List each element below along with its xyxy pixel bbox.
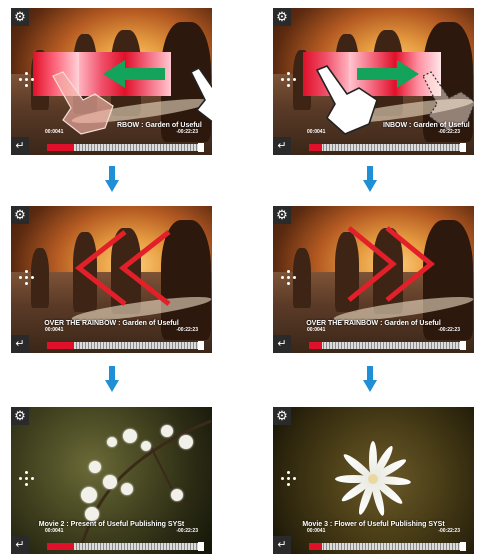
progress-end [198,341,204,350]
settings-gear-icon[interactable]: ⚙ [273,8,291,26]
progress-fill [309,342,322,349]
video-title: OVER THE RAINBOW : Garden of Useful [44,320,179,327]
video-title: RBOW : Garden of Useful [117,122,202,129]
progress-bar[interactable] [309,542,466,551]
settings-gear-icon[interactable]: ⚙ [11,8,29,26]
progress-bar[interactable] [47,341,204,350]
remaining-time: -00:22:23 [176,528,198,534]
blossom [161,425,173,437]
return-icon[interactable]: ↵ [11,137,29,155]
double-chevron-left-icon [74,230,171,306]
progress-bar[interactable] [309,143,466,152]
blossom [123,429,137,443]
progress-bar[interactable] [309,341,466,350]
navigation-dots-icon[interactable] [281,72,297,88]
player-screen-3: ⚙ OVER THE RAINBOW : Garden of Useful 00… [11,206,212,353]
navigation-dots-icon[interactable] [19,72,35,88]
hand-icon [189,66,212,123]
player-screen-1: ⚙ RBOW : Garden of Useful 00:0041 -00:22… [11,8,212,155]
video-title: Movie 3 : Flower of Useful Publishing SY… [302,521,445,528]
progress-fill [47,543,74,550]
video-title: OVER THE RAINBOW : Garden of Useful [306,320,441,327]
blossom [103,475,117,489]
progress-bar[interactable] [47,143,204,152]
navigation-dots-icon[interactable] [281,270,297,286]
elapsed-time: 00:0041 [45,129,64,135]
player-screen-6: ⚙ Movie 3 : Flower of Useful Publishing … [273,407,474,554]
player-screen-5: ⚙ Movie 2 : Present of Useful Publishing… [11,407,212,554]
progress-end [460,341,466,350]
return-icon[interactable]: ↵ [11,536,29,554]
return-icon[interactable]: ↵ [273,536,291,554]
settings-gear-icon[interactable]: ⚙ [273,206,291,224]
double-chevron-right-icon [347,226,435,302]
blossom [89,461,101,473]
remaining-time: -00:22:23 [438,129,460,135]
hand-icon [315,65,378,135]
remaining-time: -00:22:23 [176,327,198,333]
progress-fill [309,144,322,151]
progress-fill [47,342,74,349]
elapsed-time: 00:0041 [45,327,64,333]
elapsed-time: 00:0041 [45,528,64,534]
progress-end [198,143,204,152]
navigation-dots-icon[interactable] [19,471,35,487]
progress-fill [309,543,322,550]
flow-down-arrow-icon [105,166,119,192]
player-screen-2: ⚙ INBOW : Garden of Useful 00:0041 -00:2… [273,8,474,155]
progress-end [460,143,466,152]
elapsed-time: 00:0041 [307,327,326,333]
flow-down-arrow-icon [105,366,119,392]
remaining-time: -00:22:23 [438,528,460,534]
remaining-time: -00:22:23 [438,327,460,333]
return-icon[interactable]: ↵ [273,335,291,353]
settings-gear-icon[interactable]: ⚙ [11,206,29,224]
progress-end [198,542,204,551]
navigation-dots-icon[interactable] [281,471,297,487]
video-title: INBOW : Garden of Useful [383,122,470,129]
blossom [179,435,193,449]
video-title: Movie 2 : Present of Useful Publishing S… [38,521,185,528]
progress-fill [47,144,74,151]
blossom [81,487,97,503]
flow-down-arrow-icon [363,366,377,392]
blossom [141,441,151,451]
progress-end [460,542,466,551]
navigation-dots-icon[interactable] [19,270,35,286]
blossom [171,489,183,501]
player-screen-4: ⚙ OVER THE RAINBOW : Garden of Useful 00… [273,206,474,353]
progress-bar[interactable] [47,542,204,551]
elapsed-time: 00:0041 [307,129,326,135]
flow-down-arrow-icon [363,166,377,192]
blossom [121,483,133,495]
return-icon[interactable]: ↵ [273,137,291,155]
remaining-time: -00:22:23 [176,129,198,135]
hand-icon [52,71,114,135]
blossom [85,507,99,521]
return-icon[interactable]: ↵ [11,335,29,353]
settings-gear-icon[interactable]: ⚙ [11,407,29,425]
settings-gear-icon[interactable]: ⚙ [273,407,291,425]
elapsed-time: 00:0041 [307,528,326,534]
blossom [107,437,117,447]
